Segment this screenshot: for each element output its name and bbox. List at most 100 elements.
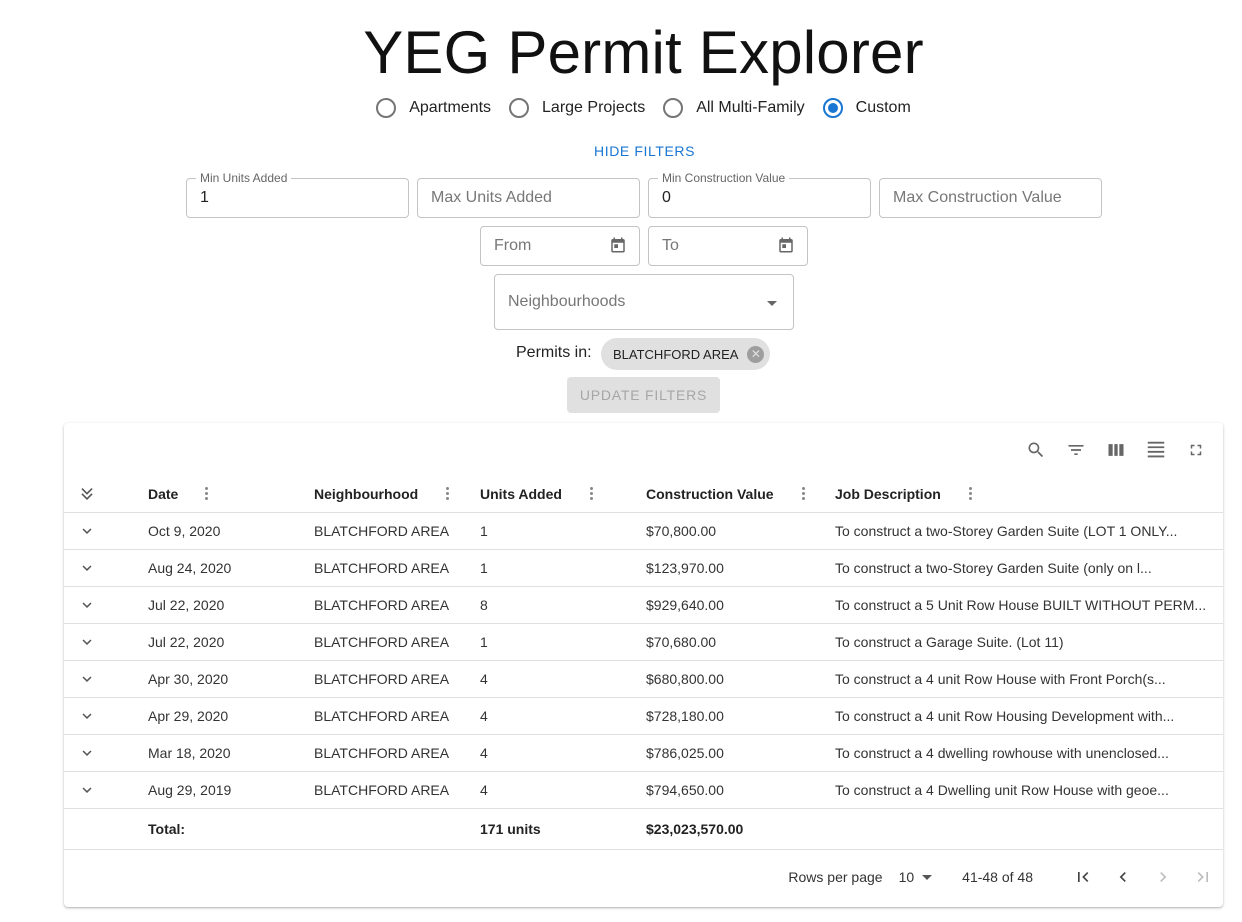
preset-radio-apartments[interactable]: Apartments: [376, 98, 491, 118]
cell-construction-value: $786,025.00: [646, 745, 724, 761]
table-footer-totals: Total: 171 units $23,023,570.00: [64, 809, 1223, 850]
cell-neighbourhood: BLATCHFORD AREA: [314, 634, 450, 650]
table-row[interactable]: Aug 29, 2019 BLATCHFORD AREA 4 $794,650.00 T…: [64, 772, 1223, 809]
rows-per-page-value: 10: [898, 869, 915, 885]
cell-date: Aug 29, 2019: [148, 782, 232, 798]
radio-label: Apartments: [409, 99, 492, 116]
max-construction-value-input[interactable]: [880, 179, 1101, 217]
neighbourhoods-select[interactable]: [494, 274, 794, 330]
expand-row-icon[interactable]: [78, 596, 96, 614]
calendar-icon[interactable]: [609, 236, 627, 254]
next-page-icon[interactable]: [1143, 859, 1183, 895]
cell-units-added: 1: [480, 560, 488, 576]
filter-list-icon[interactable]: [1065, 439, 1087, 461]
table-row[interactable]: Apr 29, 2020 BLATCHFORD AREA 4 $728,180.00 T…: [64, 698, 1223, 735]
cell-job-description: To construct a 4 unit Row House with Fro…: [835, 671, 1166, 687]
cell-construction-value: $123,970.00: [646, 560, 724, 576]
permits-in-label: Permits in:: [516, 344, 592, 361]
column-header-neighbourhood[interactable]: Neighbourhood: [314, 486, 418, 502]
cell-date: Apr 30, 2020: [148, 671, 229, 687]
column-menu-icon[interactable]: [590, 487, 593, 500]
max-units-field[interactable]: [417, 178, 640, 218]
last-page-icon[interactable]: [1183, 859, 1223, 895]
table-row[interactable]: Oct 9, 2020 BLATCHFORD AREA 1 $70,800.00 To …: [64, 513, 1223, 550]
cell-construction-value: $794,650.00: [646, 782, 724, 798]
cell-units-added: 4: [480, 671, 488, 687]
cell-date: Apr 29, 2020: [148, 708, 229, 724]
cell-date: Jul 22, 2020: [148, 634, 225, 650]
max-construction-value-field[interactable]: [879, 178, 1102, 218]
column-header-construction-value[interactable]: Construction Value: [646, 486, 774, 502]
cell-units-added: 4: [480, 782, 488, 798]
table-row[interactable]: Jul 22, 2020 BLATCHFORD AREA 8 $929,640.00 T…: [64, 587, 1223, 624]
cell-units-added: 8: [480, 597, 488, 613]
neighbourhoods-input[interactable]: [495, 275, 793, 329]
dropdown-arrow-icon: [922, 874, 933, 880]
from-date-field[interactable]: [480, 226, 640, 266]
search-icon[interactable]: [1025, 439, 1047, 461]
total-construction-value: $23,023,570.00: [646, 821, 744, 837]
previous-page-icon[interactable]: [1103, 859, 1143, 895]
radio-icon: [509, 98, 530, 118]
max-units-input[interactable]: [418, 179, 639, 217]
table-row[interactable]: Aug 24, 2020 BLATCHFORD AREA 1 $123,970.00 T…: [64, 550, 1223, 587]
cell-date: Jul 22, 2020: [148, 597, 225, 613]
expand-row-icon[interactable]: [78, 744, 96, 762]
cell-neighbourhood: BLATCHFORD AREA: [314, 523, 450, 539]
radio-label: All Multi-Family: [696, 99, 805, 116]
column-header-job-description[interactable]: Job Description: [835, 486, 941, 502]
radio-label: Custom: [855, 99, 911, 116]
column-header-units-added[interactable]: Units Added: [480, 486, 562, 502]
page-title: YEG Permit Explorer: [363, 19, 924, 86]
column-header-date[interactable]: Date: [148, 486, 178, 502]
cell-date: Mar 18, 2020: [148, 745, 231, 761]
table-row[interactable]: Mar 18, 2020 BLATCHFORD AREA 4 $786,025.00 T…: [64, 735, 1223, 772]
radio-checked-icon: [822, 98, 843, 118]
cell-job-description: To construct a two-Storey Garden Suite (…: [835, 560, 1152, 576]
fullscreen-icon[interactable]: [1185, 439, 1207, 461]
table-header-row: Date Neighbourhood Units Added Construct…: [64, 475, 1223, 513]
neighbourhood-chip: BLATCHFORD AREA ✕: [601, 338, 771, 370]
chip-remove-icon[interactable]: ✕: [747, 345, 765, 363]
rows-per-page-select[interactable]: 10: [899, 869, 933, 885]
cell-units-added: 1: [480, 634, 488, 650]
preset-radio-custom[interactable]: Custom: [822, 98, 911, 118]
dropdown-arrow-icon: [767, 301, 777, 306]
update-filters-button: UPDATE FILTERS: [567, 377, 720, 413]
expand-row-icon[interactable]: [78, 707, 96, 725]
cell-units-added: 4: [480, 745, 488, 761]
cell-construction-value: $70,680.00: [646, 634, 717, 650]
cell-neighbourhood: BLATCHFORD AREA: [314, 671, 450, 687]
density-icon[interactable]: [1145, 439, 1167, 461]
table-row[interactable]: Apr 30, 2020 BLATCHFORD AREA 4 $680,800.00 T…: [64, 661, 1223, 698]
to-date-field[interactable]: [648, 226, 808, 266]
min-units-field[interactable]: Min Units Added: [186, 171, 409, 218]
column-menu-icon[interactable]: [205, 487, 208, 500]
min-units-label: Min Units Added: [196, 171, 292, 185]
first-page-icon[interactable]: [1063, 859, 1103, 895]
expand-row-icon[interactable]: [78, 670, 96, 688]
radio-label: Large Projects: [542, 99, 646, 116]
min-construction-value-field[interactable]: Min Construction Value: [648, 171, 871, 218]
view-columns-icon[interactable]: [1105, 439, 1127, 461]
preset-radio-large-projects[interactable]: Large Projects: [509, 98, 645, 118]
cell-construction-value: $70,800.00: [646, 523, 717, 539]
table-row[interactable]: Jul 22, 2020 BLATCHFORD AREA 1 $70,680.00 To…: [64, 624, 1223, 661]
calendar-icon[interactable]: [777, 236, 795, 254]
expand-all-icon[interactable]: [78, 485, 96, 503]
cell-neighbourhood: BLATCHFORD AREA: [314, 560, 450, 576]
column-menu-icon[interactable]: [802, 487, 805, 500]
expand-row-icon[interactable]: [78, 559, 96, 577]
hide-filters-button[interactable]: HIDE FILTERS: [594, 143, 695, 159]
expand-row-icon[interactable]: [78, 522, 96, 540]
total-units: 171 units: [480, 821, 541, 837]
column-menu-icon[interactable]: [446, 487, 449, 500]
preset-radio-all-multi-family[interactable]: All Multi-Family: [663, 98, 805, 118]
column-menu-icon[interactable]: [969, 487, 972, 500]
cell-job-description: To construct a 4 dwelling rowhouse with …: [835, 745, 1169, 761]
expand-row-icon[interactable]: [78, 781, 96, 799]
expand-row-icon[interactable]: [78, 633, 96, 651]
cell-neighbourhood: BLATCHFORD AREA: [314, 745, 450, 761]
cell-job-description: To construct a 4 Dwelling unit Row House…: [835, 782, 1169, 798]
page-range: 41-48 of 48: [962, 869, 1033, 885]
